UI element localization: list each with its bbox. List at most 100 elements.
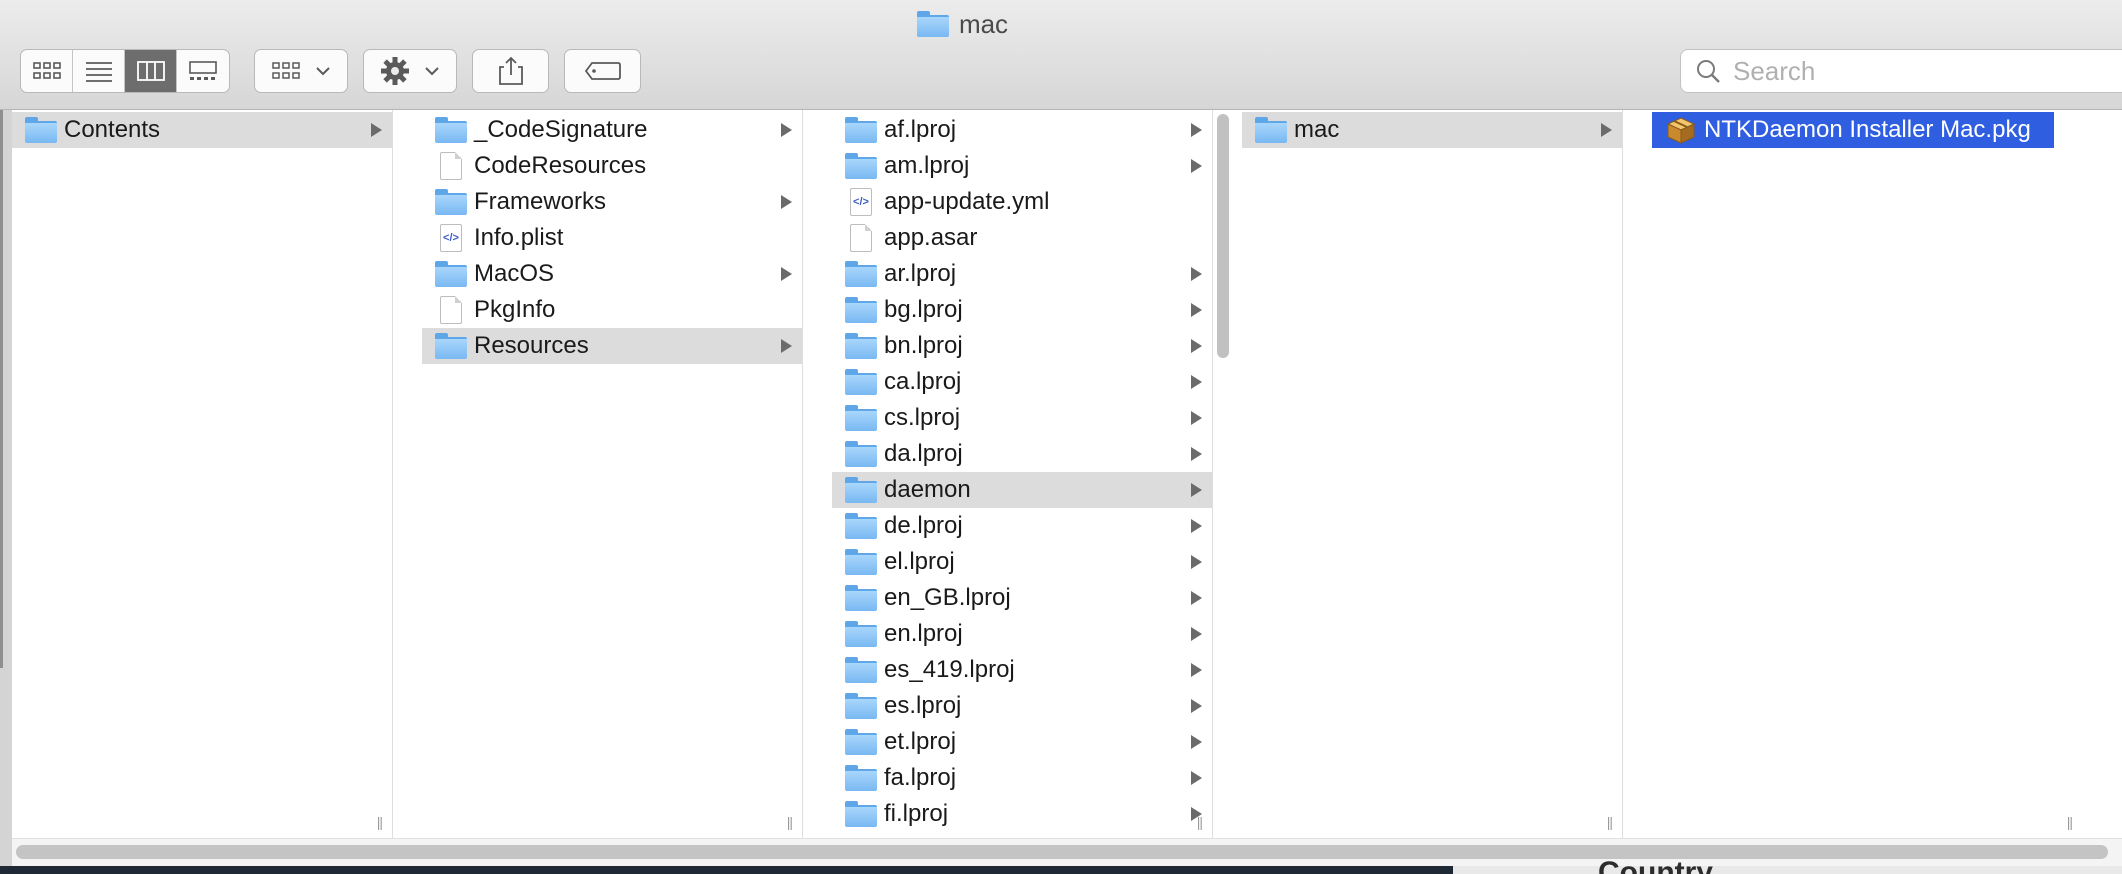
file-name: Info.plist (474, 224, 564, 251)
column-resize-handle[interactable]: || (1607, 814, 1613, 830)
document-icon (850, 224, 872, 252)
file-row[interactable]: en.lproj (832, 616, 1212, 652)
horizontal-scrollbar[interactable] (16, 845, 2108, 859)
item-icon-wrapper (844, 148, 878, 184)
column-3-scrollbar[interactable] (1217, 114, 1229, 358)
tag-icon (584, 62, 621, 80)
item-icon-wrapper (844, 112, 878, 148)
folder-icon (845, 585, 877, 611)
file-row[interactable]: bg.lproj (832, 292, 1212, 328)
item-icon-wrapper (844, 472, 878, 508)
file-row[interactable]: Resources (422, 328, 802, 364)
file-name: ar.lproj (884, 260, 957, 287)
folder-icon (845, 765, 877, 791)
disclosure-arrow-icon (1191, 159, 1202, 173)
list-view-button[interactable] (73, 50, 125, 92)
disclosure-arrow-icon (1191, 339, 1202, 353)
item-icon-wrapper (844, 724, 878, 760)
file-row[interactable]: PkgInfo (422, 292, 802, 328)
disclosure-arrow-icon (1191, 483, 1202, 497)
item-icon-wrapper (434, 148, 468, 184)
column-resize-handle[interactable]: || (1197, 814, 1203, 830)
item-icon-wrapper (844, 580, 878, 616)
search-field[interactable] (1680, 49, 2122, 93)
file-row[interactable]: Contents (12, 112, 392, 148)
folder-icon (845, 297, 877, 323)
folder-icon (845, 441, 877, 467)
file-row[interactable]: daemon (832, 472, 1212, 508)
item-icon-wrapper (844, 796, 878, 832)
file-row[interactable]: fa.lproj (832, 760, 1212, 796)
file-name: daemon (884, 476, 971, 503)
file-row[interactable]: fi.lproj (832, 796, 1212, 832)
file-row[interactable]: MacOS (422, 256, 802, 292)
disclosure-arrow-icon (1191, 303, 1202, 317)
file-row[interactable]: ar.lproj (832, 256, 1212, 292)
column-3: af.lproj am.lproj </> app-update.yml app.asa… (832, 110, 1213, 838)
file-row[interactable]: am.lproj (832, 148, 1212, 184)
item-icon-wrapper (844, 760, 878, 796)
column-view-button[interactable] (125, 50, 177, 92)
file-row[interactable]: el.lproj (832, 544, 1212, 580)
file-row[interactable]: ca.lproj (832, 364, 1212, 400)
file-row[interactable]: es_419.lproj (832, 652, 1212, 688)
item-icon-wrapper (434, 184, 468, 220)
plist-file-icon: </> (440, 224, 462, 252)
item-icon-wrapper (844, 688, 878, 724)
file-row[interactable]: Frameworks (422, 184, 802, 220)
file-row[interactable]: </> app-update.yml (832, 184, 1212, 220)
list-view-icon (85, 62, 112, 82)
background-window-text: Country (1598, 856, 1713, 874)
file-row[interactable]: mac (1242, 112, 1622, 148)
disclosure-arrow-icon (1191, 591, 1202, 605)
file-row[interactable]: es.lproj (832, 688, 1212, 724)
file-row[interactable]: et.lproj (832, 724, 1212, 760)
column-resize-handle[interactable]: || (377, 814, 383, 830)
group-button[interactable] (254, 49, 348, 93)
view-mode-segmented-control (20, 49, 230, 93)
file-row[interactable]: CodeResources (422, 148, 802, 184)
file-name: da.lproj (884, 440, 963, 467)
item-icon-wrapper (434, 256, 468, 292)
share-button[interactable] (472, 49, 549, 93)
file-name: app.asar (884, 224, 978, 251)
file-name: es.lproj (884, 692, 962, 719)
file-name: de.lproj (884, 512, 963, 539)
folder-icon (845, 621, 877, 647)
action-button[interactable] (363, 49, 457, 93)
group-icon (272, 62, 300, 79)
file-name: af.lproj (884, 116, 957, 143)
file-name: app-update.yml (884, 188, 1050, 215)
file-row[interactable]: cs.lproj (832, 400, 1212, 436)
file-name: _CodeSignature (474, 116, 648, 143)
file-row[interactable]: en_GB.lproj (832, 580, 1212, 616)
gallery-view-button[interactable] (177, 50, 229, 92)
item-icon-wrapper (434, 112, 468, 148)
file-row[interactable]: app.asar (832, 220, 1212, 256)
file-name: am.lproj (884, 152, 970, 179)
file-name: NTKDaemon Installer Mac.pkg (1704, 116, 2031, 143)
search-input[interactable] (1731, 54, 2065, 88)
file-row[interactable]: NTKDaemon Installer Mac.pkg (1652, 112, 2054, 148)
file-row[interactable]: da.lproj (832, 436, 1212, 472)
item-icon-wrapper (434, 328, 468, 364)
item-icon-wrapper (844, 400, 878, 436)
finder-window: mac Search Contents || _CodeSignature Co… (0, 0, 2122, 866)
file-row[interactable]: bn.lproj (832, 328, 1212, 364)
file-row[interactable]: af.lproj (832, 112, 1212, 148)
disclosure-arrow-icon (1601, 123, 1612, 137)
folder-icon (916, 11, 949, 37)
folder-icon (435, 117, 467, 143)
column-resize-handle[interactable]: || (2067, 814, 2073, 830)
file-name: en_GB.lproj (884, 584, 1011, 611)
file-name: el.lproj (884, 548, 955, 575)
file-row[interactable]: de.lproj (832, 508, 1212, 544)
file-name: ca.lproj (884, 368, 962, 395)
file-row[interactable]: _CodeSignature (422, 112, 802, 148)
file-row[interactable]: </> Info.plist (422, 220, 802, 256)
icon-view-button[interactable] (21, 50, 73, 92)
column-resize-handle[interactable]: || (787, 814, 793, 830)
column-1: Contents || (12, 110, 393, 838)
tag-button[interactable] (564, 49, 641, 93)
item-icon-wrapper (844, 364, 878, 400)
